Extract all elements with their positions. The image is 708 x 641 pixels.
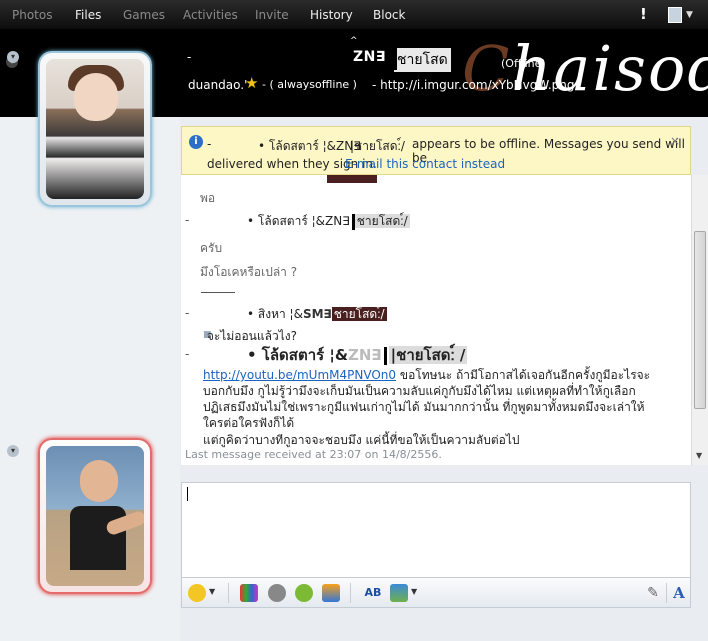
message-separator bbox=[201, 292, 235, 293]
wink-icon[interactable] bbox=[240, 584, 258, 602]
toolbar-divider bbox=[228, 583, 229, 603]
contact-name-tag: ชายโสด bbox=[394, 48, 451, 72]
contact-avatar-image bbox=[46, 59, 144, 199]
menu-history[interactable]: History bbox=[310, 8, 353, 22]
message-input[interactable] bbox=[181, 482, 691, 578]
history-scrollbar[interactable]: ▼ bbox=[691, 175, 708, 465]
contact-avatar[interactable] bbox=[38, 51, 152, 207]
toolbar-divider bbox=[350, 583, 351, 603]
tag-bar bbox=[394, 48, 397, 70]
nudge-icon[interactable] bbox=[268, 584, 286, 602]
long-message: http://youtu.be/mUmM4PNVOn0 ขอโทษนะ ถ้าม… bbox=[203, 367, 658, 431]
collapse-self-icon[interactable]: ▾ bbox=[7, 445, 19, 457]
last-received-status: Last message received at 23:07 on 14/8/2… bbox=[185, 448, 442, 461]
menu-block[interactable]: Block bbox=[373, 8, 405, 22]
chevron-down-icon[interactable]: ▼ bbox=[209, 587, 215, 596]
infobar-contact-name: • โล้ดสตาร์ ¦&ZN∃ bbox=[258, 139, 361, 153]
scene-script-text: Chaisod bbox=[462, 32, 708, 105]
collapse-contact-icon[interactable]: ▾ bbox=[7, 51, 19, 63]
email-contact-link[interactable]: E-mail this contact instead bbox=[345, 157, 505, 171]
menu-invite[interactable]: Invite bbox=[255, 8, 289, 22]
sender-dash: - bbox=[185, 306, 190, 320]
message-line: พอ bbox=[200, 191, 216, 205]
menu-games[interactable]: Games bbox=[123, 8, 165, 22]
left-avatar-column: ▾ ▾ bbox=[0, 51, 180, 641]
menu-activities[interactable]: Activities bbox=[183, 8, 238, 22]
chevron-down-icon[interactable]: ▼ bbox=[411, 587, 417, 596]
message-line: มึงโอเคหรือเปล่า ? bbox=[200, 265, 298, 279]
text-cursor bbox=[187, 487, 188, 501]
sender-dash: - bbox=[185, 213, 190, 227]
star-icon: ★ bbox=[245, 74, 259, 92]
infobar-dash: - bbox=[207, 137, 212, 151]
contact-nick: duandao.' bbox=[188, 78, 248, 92]
background-icon[interactable] bbox=[390, 584, 408, 602]
show-menu-icon[interactable] bbox=[668, 7, 682, 23]
offline-infobar: i - • โล้ดสตาร์ ¦&ZN∃ |ชายโสด:์/ appears… bbox=[181, 126, 691, 175]
compose-toolbar: ▼ AB ▼ ✎ A bbox=[181, 578, 691, 608]
offline-status: (Offline) bbox=[501, 57, 546, 70]
self-avatar-image bbox=[46, 446, 144, 586]
infobar-contact-tag: |ชายโสด:์/ bbox=[350, 139, 405, 153]
toolbar-divider bbox=[666, 583, 667, 603]
top-menubar: Photos Files Games Activities Invite His… bbox=[0, 0, 708, 30]
handwriting-icon[interactable]: ✎ bbox=[644, 584, 662, 602]
menu-files[interactable]: Files bbox=[75, 8, 101, 22]
close-icon[interactable]: × bbox=[670, 134, 680, 148]
caret-mark: ^ bbox=[350, 36, 358, 46]
sender-name: • โล้ดสตาร์ ¦&ZN∃ ชายโสด:์/ bbox=[247, 213, 410, 230]
message-line: ครับ bbox=[200, 241, 223, 255]
alert-icon[interactable]: ! bbox=[640, 5, 647, 23]
highlight-block bbox=[327, 175, 377, 183]
chat-history: พอ - • โล้ดสตาร์ ¦&ZN∃ ชายโสด:์/ ครับ มึง… bbox=[181, 175, 691, 465]
sender-name: • สิงหา ¦&SM∃ ชายโสด:์/ bbox=[247, 307, 387, 321]
font-icon[interactable]: AB bbox=[364, 584, 382, 602]
info-icon: i bbox=[189, 135, 203, 149]
games-icon[interactable] bbox=[322, 584, 340, 602]
personal-url[interactable]: - http://i.imgur.com/xYbNvgW.png bbox=[372, 78, 575, 92]
voice-clip-icon[interactable] bbox=[295, 584, 313, 602]
scroll-down-icon[interactable]: ▼ bbox=[696, 451, 702, 460]
chevron-down-icon[interactable]: ▼ bbox=[686, 10, 693, 20]
menu-photos[interactable]: Photos bbox=[12, 8, 52, 22]
text-format-icon[interactable]: A bbox=[670, 584, 688, 602]
sender-name: • โล้ดสตาร์ ¦&ZN∃ |ชายโสด:์ / bbox=[247, 346, 468, 365]
youtube-link[interactable]: http://youtu.be/mUmM4PNVOn0 bbox=[203, 368, 396, 382]
emoticon-icon[interactable] bbox=[188, 584, 206, 602]
personal-message: - ( alwaysoffline ) bbox=[262, 78, 357, 91]
sender-dash: - bbox=[185, 347, 190, 361]
scroll-thumb[interactable] bbox=[694, 231, 706, 409]
self-avatar[interactable] bbox=[38, 438, 152, 594]
contact-name: ZN∃ bbox=[353, 49, 386, 65]
header-dash: - bbox=[187, 50, 192, 64]
